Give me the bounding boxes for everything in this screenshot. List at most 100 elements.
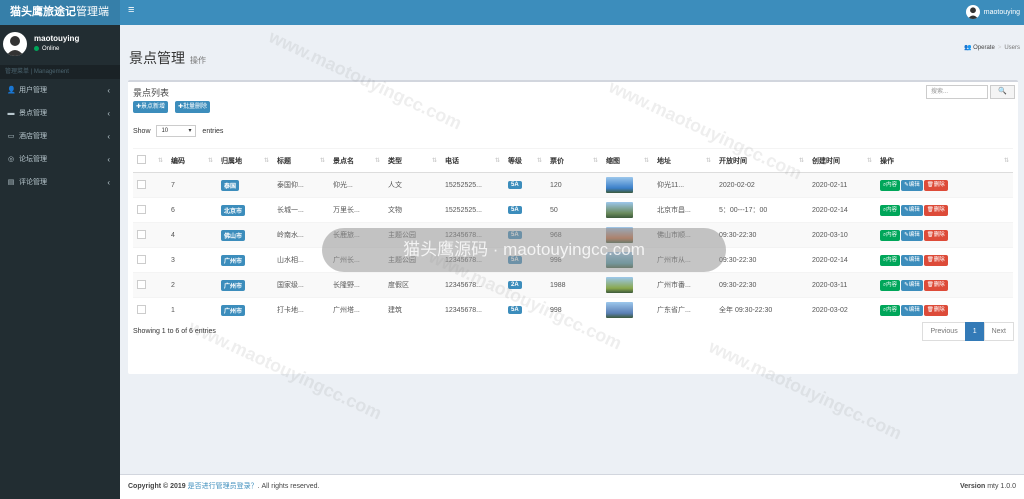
cell-price: 998 (546, 297, 602, 323)
attraction-thumbnail[interactable] (606, 177, 633, 193)
cell-thumbnail (602, 297, 653, 323)
menu-toggle-icon[interactable]: ≡ (128, 4, 134, 16)
user-status: Online (34, 46, 59, 52)
row-checkbox[interactable] (137, 279, 146, 289)
delete-button[interactable]: 🗑删除 (923, 254, 948, 266)
attraction-thumbnail[interactable] (606, 302, 633, 319)
column-header-phone[interactable]: 电话 ⇅ (441, 148, 504, 173)
cell-region: 佛山市 (217, 222, 273, 248)
column-header-name[interactable]: 景点名 ⇅ (329, 148, 384, 173)
top-header: ≡ maotouying (120, 0, 1024, 25)
sort-icon: ⇅ (592, 158, 598, 164)
row-select-cell[interactable] (133, 222, 167, 248)
region-badge: 泰国 (221, 179, 240, 191)
sidebar-item-forum[interactable]: ◎ 论坛管理 ‹ (0, 148, 120, 171)
edit-button[interactable]: ✎编辑 (901, 304, 923, 316)
pagination-page-1[interactable]: 1 (964, 322, 985, 341)
cell-thumbnail (602, 272, 653, 298)
column-header-id[interactable]: 编码 ⇅ (167, 148, 217, 173)
row-select-cell[interactable] (133, 172, 167, 198)
column-header-created[interactable]: 创建时间 ⇅ (808, 148, 876, 173)
row-select-cell[interactable] (133, 297, 167, 323)
sidebar-item-label: 评论管理 (19, 179, 47, 186)
delete-button[interactable]: 🗑删除 (923, 279, 948, 291)
sort-icon: ⇅ (263, 158, 269, 164)
header-user-menu[interactable]: maotouying (965, 5, 1020, 20)
cell-title: 长城一... (273, 197, 329, 223)
chevron-left-icon: ‹ (107, 132, 110, 141)
show-label: Show (133, 127, 151, 135)
cell-type: 度假区 (384, 272, 441, 298)
delete-button[interactable]: 🗑删除 (923, 304, 948, 316)
attraction-thumbnail[interactable] (606, 202, 633, 218)
page-length-select[interactable]: 10 ▾ (156, 125, 197, 137)
view-content-button[interactable]: ⌕内容 (880, 229, 901, 241)
user-status-text: Online (42, 46, 60, 53)
row-select-cell[interactable] (133, 272, 167, 298)
breadcrumb-item-users: Users (1004, 45, 1020, 51)
sort-icon: ⇅ (798, 158, 804, 164)
edit-button[interactable]: ✎编辑 (901, 179, 923, 191)
pagination-next[interactable]: Next (983, 322, 1014, 341)
edit-button[interactable]: ✎编辑 (901, 229, 923, 241)
cell-addr: 广州市番... (653, 272, 715, 298)
pagination-previous[interactable]: Previous (922, 322, 966, 341)
batch-delete-button[interactable]: ✚批量删除 (175, 101, 211, 113)
cell-id: 1 (167, 297, 217, 323)
sidebar-item-label: 景点管理 (19, 110, 47, 117)
column-header-actions[interactable]: 操作 ⇅ (876, 148, 1013, 173)
edit-button[interactable]: ✎编辑 (901, 254, 923, 266)
column-header-open-time[interactable]: 开放时间 ⇅ (715, 148, 808, 173)
edit-button[interactable]: ✎编辑 (901, 204, 923, 216)
breadcrumb-item-operate[interactable]: Operate (973, 45, 995, 51)
row-checkbox[interactable] (137, 254, 146, 264)
row-select-cell[interactable] (133, 197, 167, 223)
view-content-button[interactable]: ⌕内容 (880, 254, 901, 266)
cell-name: 仰光... (329, 172, 384, 198)
column-header-region[interactable]: 归属地 ⇅ (217, 148, 273, 173)
sidebar-item-users[interactable]: 👤 用户管理 ‹ (0, 79, 120, 102)
attraction-thumbnail[interactable] (606, 277, 633, 293)
sidebar-item-comments[interactable]: ▤ 评论管理 ‹ (0, 171, 120, 194)
column-header-type[interactable]: 类型 ⇅ (384, 148, 441, 173)
bed-icon: ▭ (7, 133, 15, 140)
select-all-header[interactable]: ⇅ (133, 148, 167, 173)
column-header-level[interactable]: 等级 ⇅ (504, 148, 546, 173)
search-button[interactable]: 🔍 (990, 85, 1015, 99)
view-content-button[interactable]: ⌕内容 (880, 204, 901, 216)
select-all-checkbox[interactable] (137, 155, 146, 164)
row-select-cell[interactable] (133, 247, 167, 273)
row-checkbox[interactable] (137, 304, 146, 314)
row-checkbox[interactable] (137, 179, 146, 189)
delete-button[interactable]: 🗑删除 (923, 229, 948, 241)
add-attraction-button[interactable]: ✚景点新增 (133, 101, 169, 113)
search-input[interactable]: 搜索... (926, 85, 988, 99)
column-header-thumbnail[interactable]: 缩图 ⇅ (602, 148, 653, 173)
attraction-list-box: 景点列表 ✚景点新增 ✚批量删除 搜索... 🔍 Show 10 ▾ entrie… (128, 80, 1018, 374)
view-content-button[interactable]: ⌕内容 (880, 304, 901, 316)
sidebar-item-attractions[interactable]: ▬ 景点管理 ‹ (0, 102, 120, 125)
delete-button[interactable]: 🗑删除 (923, 179, 948, 191)
cell-actions: ⌕内容 ✎编辑 🗑删除 (876, 247, 1013, 273)
delete-button[interactable]: 🗑删除 (923, 204, 948, 216)
cell-region: 泰国 (217, 172, 273, 198)
column-header-price[interactable]: 票价 ⇅ (546, 148, 602, 173)
admin-login-link[interactable]: 是否进行管理员登录？ (188, 483, 258, 490)
box-title: 景点列表 (133, 88, 170, 98)
cell-level: 5A (504, 297, 546, 323)
edit-button[interactable]: ✎编辑 (901, 279, 923, 291)
page-footer: Copyright © 2019 是否进行管理员登录？. All rights … (120, 474, 1024, 499)
cell-name: 万里长... (329, 197, 384, 223)
cell-thumbnail (602, 197, 653, 223)
app-logo[interactable]: 猫头鹰旅途记管理端 (0, 0, 120, 25)
cell-thumbnail (602, 172, 653, 198)
sidebar-item-hotels[interactable]: ▭ 酒店管理 ‹ (0, 125, 120, 148)
level-badge: 5A (508, 306, 522, 315)
row-checkbox[interactable] (137, 204, 146, 214)
column-header-address[interactable]: 地址 ⇅ (653, 148, 715, 173)
row-checkbox[interactable] (137, 229, 146, 239)
view-content-button[interactable]: ⌕内容 (880, 279, 901, 291)
view-content-button[interactable]: ⌕内容 (880, 179, 901, 191)
column-header-title[interactable]: 标题 ⇅ (273, 148, 329, 173)
sort-icon: ⇅ (866, 158, 872, 164)
